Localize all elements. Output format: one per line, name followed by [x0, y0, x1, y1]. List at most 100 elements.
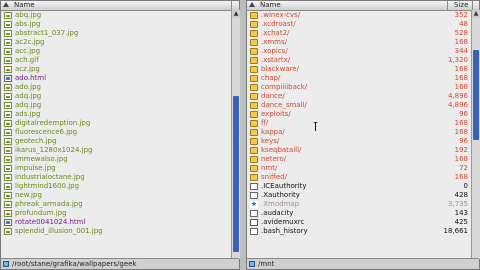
name-column-header[interactable]: Name [260, 1, 281, 10]
left-file-pane[interactable]: Name abq.jpg abs.jpg abstract1_037.jpg ac2c… [0, 0, 240, 270]
file-icon [250, 219, 258, 226]
file-row[interactable]: lightmind1600.jpg [1, 182, 230, 191]
file-row[interactable]: .bash_history 18,661 [247, 227, 471, 236]
file-row[interactable]: rotate0041024.html [1, 218, 230, 227]
file-row[interactable]: adq.jpg [1, 92, 230, 101]
folder-icon [250, 66, 258, 73]
file-size: 168 [454, 128, 468, 136]
file-size: 4,896 [447, 92, 468, 100]
left-path-text[interactable]: /root/stane/grafika/wallpapers/geek [12, 259, 137, 269]
directory-row[interactable]: compiiiiback/168 [247, 83, 471, 92]
directory-row[interactable]: sniffed/168 [247, 173, 471, 182]
file-name: kseqbataill/ [261, 146, 302, 154]
file-row[interactable]: ads.jpg [1, 110, 230, 119]
file-row[interactable]: impulse.jpg [1, 164, 230, 173]
file-name: .ICEauthority [261, 182, 307, 190]
folder-icon [250, 174, 258, 181]
file-name: ff/ [261, 119, 269, 127]
scroll-up-icon[interactable]: ▲ [232, 10, 240, 18]
html-file-icon [4, 75, 12, 82]
size-column-header[interactable]: Size [454, 1, 468, 10]
file-row[interactable]: splendid_illusion_001.jpg [1, 227, 230, 236]
column-separator[interactable] [472, 1, 473, 10]
file-name: adq.jpg [15, 92, 42, 100]
name-column-header[interactable]: Name [14, 1, 35, 10]
file-row[interactable]: ach.gif [1, 56, 230, 65]
right-path-bar[interactable]: /mnt [247, 258, 479, 269]
directory-row[interactable]: nmt/72 [247, 164, 471, 173]
file-name: .xchat2/ [261, 29, 290, 37]
directory-row[interactable]: kseqbataill/192 [247, 146, 471, 155]
directory-row[interactable]: .xopics/344 [247, 47, 471, 56]
left-file-list[interactable]: abq.jpg abs.jpg abstract1_037.jpg ac2c.jpg a… [1, 10, 230, 260]
directory-row[interactable]: .winex-cvs/352 [247, 11, 471, 20]
file-row[interactable]: new.jpg [1, 191, 230, 200]
directory-row[interactable]: dance_small/4,896 [247, 101, 471, 110]
file-size: 344 [454, 47, 468, 55]
directory-row[interactable]: kappa/168 [247, 128, 471, 137]
file-name: phreak_armada.jpg [15, 200, 83, 208]
file-name: compiiiiback/ [261, 83, 308, 91]
file-row[interactable]: industrialoctane.jpg [1, 173, 230, 182]
file-row[interactable]: acc.jpg [1, 47, 230, 56]
file-row[interactable]: fluorescence6.jpg [1, 128, 230, 137]
file-name: ac2c.jpg [15, 38, 45, 46]
directory-row[interactable]: blackware/168 [247, 65, 471, 74]
directory-row[interactable]: chap/168 [247, 74, 471, 83]
file-row[interactable]: abq.jpg [1, 11, 230, 20]
file-row[interactable]: .Xauthority 428 [247, 191, 471, 200]
location-icon [249, 261, 255, 267]
file-row[interactable]: abstract1_037.jpg [1, 29, 230, 38]
file-row[interactable]: ac2c.jpg [1, 38, 230, 47]
file-name: ach.gif [15, 56, 39, 64]
sort-ascending-icon[interactable] [3, 2, 9, 7]
file-row[interactable]: .avidemuxrc 425 [247, 218, 471, 227]
scroll-up-icon[interactable]: ▲ [472, 10, 480, 18]
right-vertical-scrollbar[interactable]: ▲ [471, 10, 480, 259]
file-name: rotate0041024.html [15, 218, 86, 226]
right-file-list[interactable]: .winex-cvs/352 .xcdroast/48 .xchat2/528 .xm… [247, 10, 471, 260]
folder-icon [250, 147, 258, 154]
directory-row[interactable]: ff/168 [247, 119, 471, 128]
file-row[interactable]: immewalso.jpg [1, 155, 230, 164]
file-row[interactable]: acz.jpg [1, 65, 230, 74]
directory-row[interactable]: .xmms/168 [247, 38, 471, 47]
file-name: .xstartx/ [261, 56, 291, 64]
sort-ascending-icon[interactable] [249, 2, 255, 7]
folder-icon [250, 129, 258, 136]
left-path-bar[interactable]: /root/stane/grafika/wallpapers/geek [1, 258, 239, 269]
file-row[interactable]: phreak_armada.jpg [1, 200, 230, 209]
file-name: .xmms/ [261, 38, 288, 46]
directory-row[interactable]: .xchat2/528 [247, 29, 471, 38]
right-path-text[interactable]: /mnt [258, 259, 274, 269]
directory-row[interactable]: .xstartx/1,320 [247, 56, 471, 65]
file-row[interactable]: abs.jpg [1, 20, 230, 29]
directory-row[interactable]: netero/168 [247, 155, 471, 164]
column-separator[interactable] [231, 1, 232, 10]
column-separator[interactable] [447, 1, 448, 10]
directory-row[interactable]: dance/4,896 [247, 92, 471, 101]
file-name: blackware/ [261, 65, 299, 73]
left-scroll-thumb[interactable] [233, 96, 239, 252]
folder-icon [250, 12, 258, 19]
directory-row[interactable]: exploits/96 [247, 110, 471, 119]
folder-icon [250, 57, 258, 64]
document-icon [250, 192, 258, 199]
directory-row[interactable]: keys/96 [247, 137, 471, 146]
left-vertical-scrollbar[interactable]: ▲ [231, 10, 240, 259]
directory-row[interactable]: .xcdroast/48 [247, 20, 471, 29]
file-row[interactable]: .audacity 143 [247, 209, 471, 218]
file-row[interactable]: ado.jpg [1, 83, 230, 92]
right-file-pane[interactable]: Name Size .winex-cvs/352 .xcdroast/48 .xch… [246, 0, 480, 270]
file-name: profundum.jpg [15, 209, 67, 217]
file-row[interactable]: ado.html [1, 74, 230, 83]
file-row[interactable]: .ICEauthority 0 [247, 182, 471, 191]
file-row[interactable]: adq.jpg [1, 101, 230, 110]
file-row[interactable]: geotech.jpg [1, 137, 230, 146]
file-name: dance/ [261, 92, 285, 100]
file-row[interactable]: ikarus_1280x1024.jpg [1, 146, 230, 155]
file-row[interactable]: .Xmodmap 3,735 [247, 200, 471, 209]
file-row[interactable]: profundum.jpg [1, 209, 230, 218]
file-row[interactable]: digitalredemption.jpg [1, 119, 230, 128]
right-scroll-thumb[interactable] [473, 50, 479, 140]
